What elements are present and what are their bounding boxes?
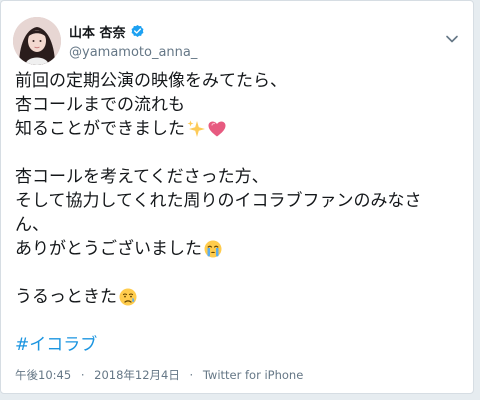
tweet-header: 山本 杏奈 @yamamoto_anna_ — [13, 15, 463, 67]
tweet-meta: 午後10:45 · 2018年12月4日 · Twitter for iPhon… — [15, 367, 303, 383]
crying-face-icon — [203, 239, 223, 259]
tweet-line: 知ることができました — [15, 117, 465, 141]
separator: · — [80, 368, 85, 382]
tweet-line: ん、 — [15, 215, 49, 235]
tweet-line: うるっときた — [15, 285, 465, 309]
user-handle[interactable]: @yamamoto_anna_ — [69, 45, 197, 60]
heart-icon — [207, 119, 227, 139]
tweet-line: 前回の定期公演の映像をみてたら、 — [15, 71, 287, 91]
tweet-text: 前回の定期公演の映像をみてたら、 杏コールまでの流れも 知ることができました 杏… — [15, 69, 465, 357]
separator: · — [189, 368, 194, 382]
tweet-line: そして協力してくれた周りのイコラブファンのみなさ — [15, 191, 422, 211]
hashtag-link[interactable]: #イコラブ — [15, 333, 97, 357]
tweet-line: 杏コールを考えてくださった方、 — [15, 167, 269, 187]
tweet-line: #イコラブ — [15, 333, 465, 357]
display-name[interactable]: 山本 杏奈 — [69, 22, 126, 41]
tweet-date[interactable]: 2018年12月4日 — [94, 368, 180, 382]
author-info: 山本 杏奈 @yamamoto_anna_ — [69, 22, 197, 60]
verified-badge-icon — [130, 24, 145, 39]
avatar[interactable] — [13, 17, 61, 65]
sparkles-icon — [186, 119, 206, 139]
tweet-card: 山本 杏奈 @yamamoto_anna_ 前回の定期公演の映像をみてたら、 杏… — [0, 0, 474, 394]
chevron-down-icon[interactable] — [445, 29, 459, 43]
tweet-line: 杏コールまでの流れも — [15, 95, 185, 115]
tear-face-icon — [118, 287, 138, 307]
tweet-line: ありがとうございました — [15, 237, 465, 261]
tweet-source[interactable]: Twitter for iPhone — [203, 368, 304, 382]
tweet-time[interactable]: 午後10:45 — [15, 368, 71, 382]
